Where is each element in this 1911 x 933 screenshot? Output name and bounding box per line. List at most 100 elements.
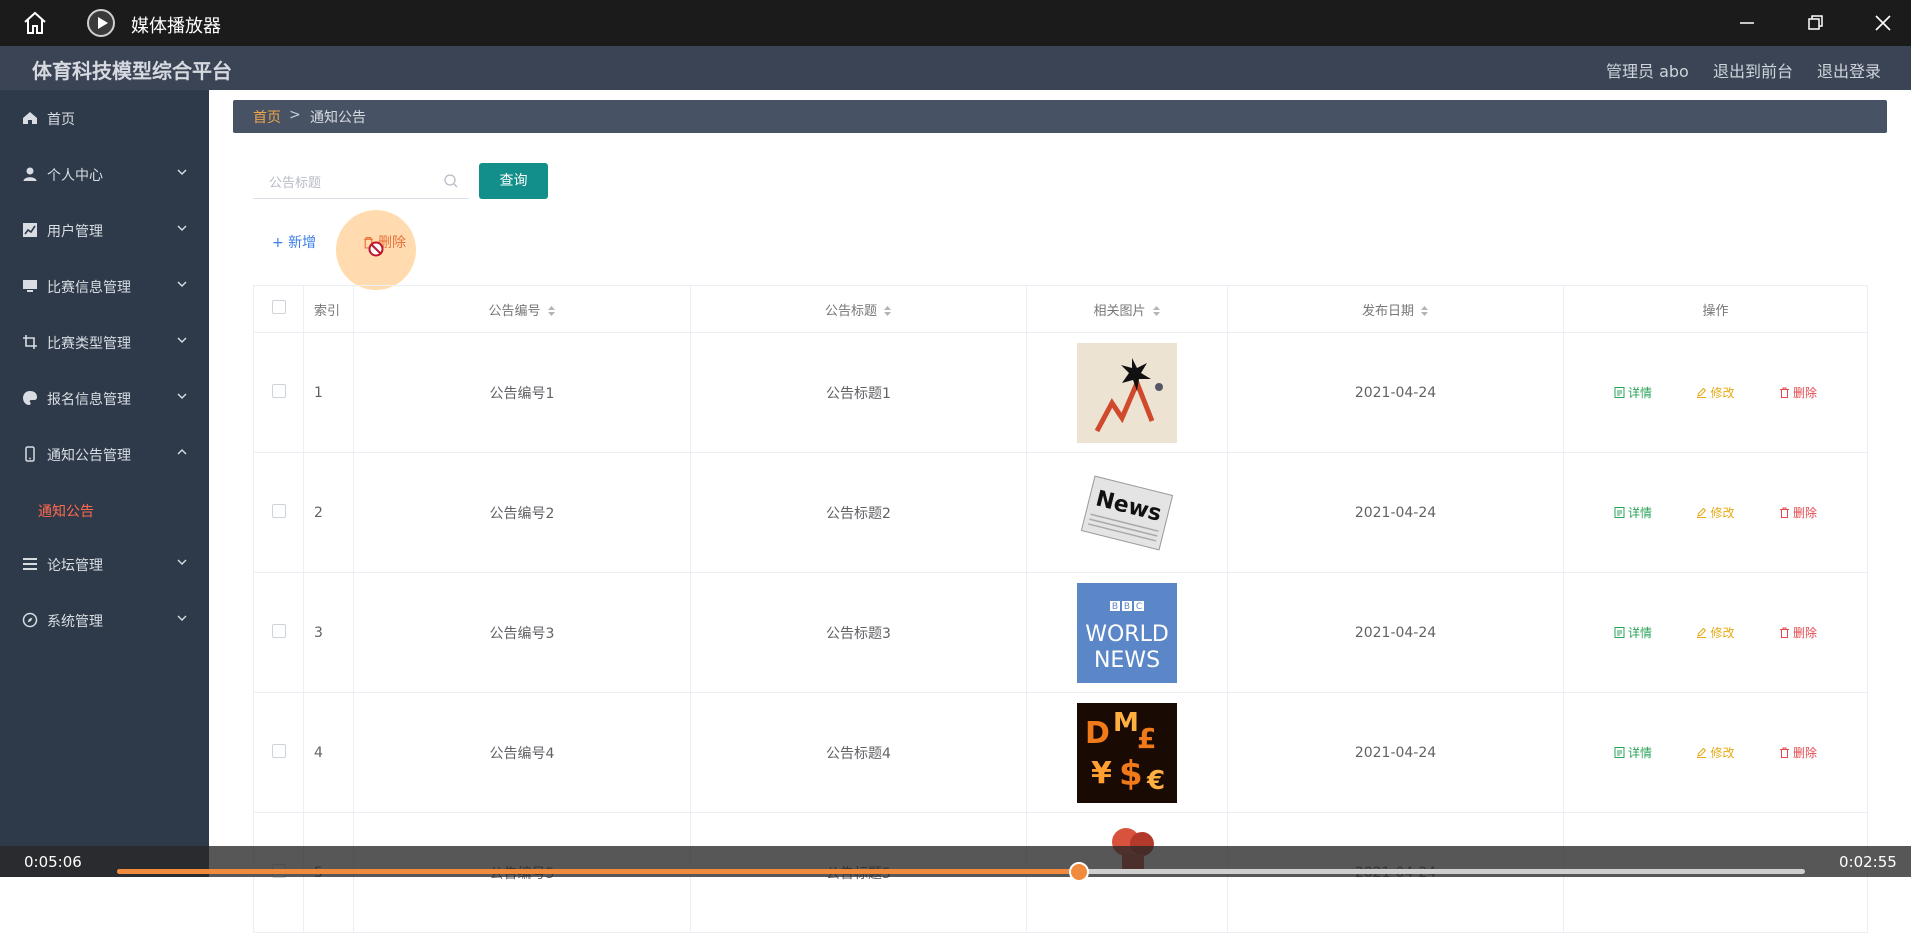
- row-select-cell: [253, 332, 304, 453]
- row-checkbox[interactable]: [271, 383, 286, 398]
- view-button[interactable]: 详情: [1614, 504, 1652, 521]
- row-image-cell: B B C WORLD NEWS: [1026, 572, 1228, 693]
- view-button[interactable]: 详情: [1614, 384, 1652, 401]
- document-icon: [1614, 747, 1625, 758]
- document-icon: [1614, 387, 1625, 398]
- table-header-row: 索引 公告编号 公告标题 相关图片 发布日期 操作: [253, 285, 1868, 333]
- svg-text:C: C: [1136, 602, 1142, 612]
- sidebar-item-match-type[interactable]: 比赛类型管理: [0, 322, 209, 362]
- row-ops: 详情 修改 删除: [1563, 332, 1868, 453]
- sidebar-item-system[interactable]: 系统管理: [0, 600, 209, 640]
- sidebar-item-match-info[interactable]: 比赛信息管理: [0, 266, 209, 306]
- row-title: 公告标题4: [690, 692, 1027, 813]
- chevron-down-icon: [177, 281, 187, 287]
- row-checkbox[interactable]: [271, 503, 286, 518]
- delete-label: 删除: [1792, 746, 1817, 760]
- row-checkbox[interactable]: [271, 743, 286, 758]
- sort-icon: [1152, 306, 1160, 316]
- row-ops: 详情 修改 删除: [1563, 692, 1868, 813]
- header-code[interactable]: 公告编号: [353, 285, 691, 333]
- svg-text:NEWS: NEWS: [1094, 648, 1160, 673]
- trash-icon: [1779, 747, 1789, 758]
- table-row: 2 公告编号2 公告标题2 News 2021-04-24 详情 修改 删除: [253, 452, 1868, 573]
- view-button[interactable]: 详情: [1614, 744, 1652, 761]
- svg-text:WORLD: WORLD: [1085, 622, 1169, 647]
- chevron-down-icon: [177, 615, 187, 621]
- exit-to-front-link[interactable]: 退出到前台: [1713, 58, 1793, 82]
- close-icon[interactable]: [1870, 10, 1896, 36]
- edit-label: 修改: [1710, 386, 1735, 400]
- row-date: 2021-04-24: [1227, 692, 1564, 813]
- chart-arrow-image[interactable]: [1077, 342, 1177, 443]
- row-date: 2021-04-24: [1227, 572, 1564, 693]
- chart-icon: [23, 223, 37, 237]
- breadcrumb-separator: >: [289, 107, 301, 123]
- logout-link[interactable]: 退出登录: [1817, 58, 1881, 82]
- sidebar-item-forum[interactable]: 论坛管理: [0, 544, 209, 584]
- row-image-cell: News: [1026, 452, 1228, 573]
- edit-button[interactable]: 修改: [1696, 624, 1735, 641]
- seek-bar[interactable]: [117, 862, 1805, 882]
- sidebar-item-notice-mgmt[interactable]: 通知公告管理: [0, 434, 209, 474]
- edit-button[interactable]: 修改: [1696, 504, 1735, 521]
- select-all-checkbox[interactable]: [271, 300, 286, 314]
- edit-button[interactable]: 修改: [1696, 384, 1735, 401]
- sidebar-item-label: 系统管理: [47, 614, 103, 630]
- svg-text:B: B: [1112, 602, 1118, 612]
- row-checkbox[interactable]: [271, 623, 286, 638]
- row-ops: 详情 修改 删除: [1563, 572, 1868, 693]
- chevron-up-icon: [177, 449, 187, 455]
- edit-icon: [1697, 747, 1707, 758]
- trash-icon: [1779, 507, 1789, 518]
- edit-label: 修改: [1710, 626, 1735, 640]
- view-button[interactable]: 详情: [1614, 624, 1652, 641]
- edit-icon: [1697, 387, 1707, 398]
- sidebar-item-users[interactable]: 用户管理: [0, 210, 209, 250]
- sidebar-item-label: 报名信息管理: [47, 392, 131, 408]
- elapsed-time: 0:05:06: [24, 853, 82, 871]
- delete-button[interactable]: 删除: [1779, 384, 1817, 401]
- home-icon[interactable]: [22, 10, 48, 36]
- sidebar-item-signup-info[interactable]: 报名信息管理: [0, 378, 209, 418]
- row-code: 公告编号4: [353, 692, 691, 813]
- restore-icon[interactable]: [1802, 10, 1828, 36]
- newspaper-image[interactable]: News: [1077, 462, 1177, 563]
- table-row: 1 公告编号1 公告标题1 2021-04-24 详情 修改 删除: [253, 332, 1868, 453]
- edit-label: 修改: [1710, 746, 1735, 760]
- svg-text:€: €: [1146, 766, 1165, 796]
- header-date[interactable]: 发布日期: [1227, 285, 1564, 333]
- search-input[interactable]: 公告标题: [253, 163, 469, 199]
- header-title[interactable]: 公告标题: [690, 285, 1027, 333]
- row-select-cell: [253, 572, 304, 693]
- user-icon: [23, 167, 37, 181]
- home-icon: [23, 112, 37, 124]
- delete-button[interactable]: 删除: [1779, 624, 1817, 641]
- breadcrumb-home-link[interactable]: 首页: [253, 107, 281, 127]
- window-title: 媒体播放器: [131, 16, 221, 37]
- delete-button[interactable]: 删除: [1779, 744, 1817, 761]
- header-date-label: 发布日期: [1361, 303, 1414, 319]
- currency-symbols-image[interactable]: D M£ ¥ $ €: [1077, 702, 1177, 803]
- sidebar-item-home[interactable]: 首页: [0, 98, 209, 138]
- sidebar-item-label: 用户管理: [47, 224, 103, 240]
- edit-button[interactable]: 修改: [1696, 744, 1735, 761]
- document-icon: [1614, 507, 1625, 518]
- bbc-world-news-image[interactable]: B B CWORLDNEWS: [1077, 582, 1177, 683]
- add-button[interactable]: + 新增: [272, 232, 316, 252]
- query-button[interactable]: 查询: [479, 163, 548, 199]
- sidebar-item-personal[interactable]: 个人中心: [0, 154, 209, 194]
- breadcrumb: 首页 > 通知公告: [233, 100, 1887, 133]
- header-image[interactable]: 相关图片: [1026, 285, 1228, 333]
- row-index: 2: [303, 452, 354, 573]
- edit-icon: [1697, 507, 1707, 518]
- monitor-icon: [23, 280, 37, 292]
- sidebar-item-label: 论坛管理: [47, 558, 103, 574]
- delete-button[interactable]: 删除: [1779, 504, 1817, 521]
- sidebar: 首页 个人中心 用户管理 比赛信息管理 比赛类型管理 报名信息管理 通知公告管理…: [0, 90, 209, 877]
- minimize-icon[interactable]: [1734, 10, 1760, 36]
- table-row: 3 公告编号3 公告标题3 B B C WORLD NEWS 2021-04-24 详情…: [253, 572, 1868, 693]
- table-row: 4 公告编号4 公告标题4 D M £ ¥ $ € 2021-04-24 详情 修改 删除: [253, 692, 1868, 813]
- window-titlebar: 媒体播放器: [0, 0, 1911, 46]
- sidebar-subitem-notice[interactable]: 通知公告: [38, 501, 94, 521]
- view-label: 详情: [1628, 746, 1653, 760]
